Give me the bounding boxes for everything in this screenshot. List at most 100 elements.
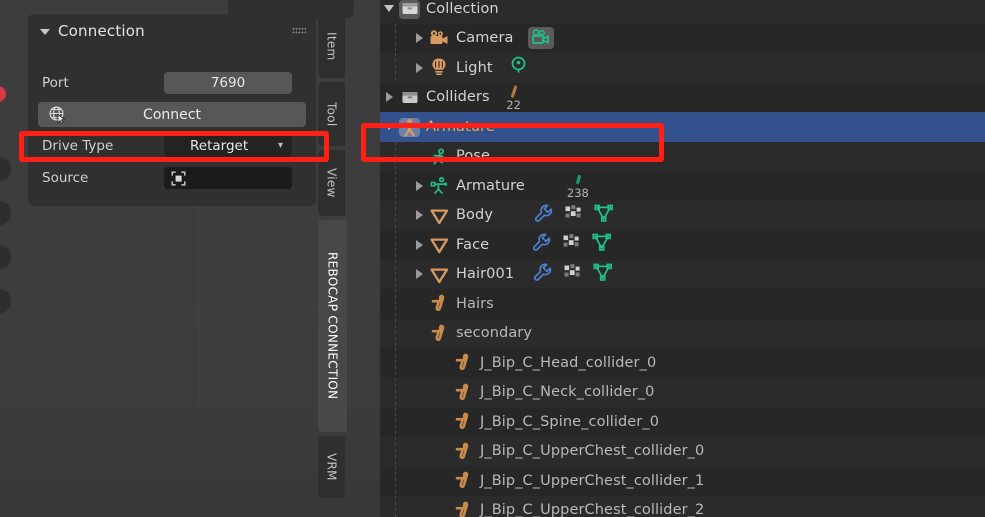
bone-count: 238: [566, 186, 589, 201]
outliner-row-armature-object[interactable]: Armature: [380, 112, 985, 142]
outliner-row-bone[interactable]: J_Bip_C_UpperChest_collider_1: [380, 466, 985, 496]
outliner-row-pose[interactable]: Pose: [380, 141, 985, 172]
bone-icon: [452, 437, 476, 467]
disclosure-closed-colliders[interactable]: [380, 83, 398, 113]
shapekey-icon[interactable]: [562, 262, 583, 287]
disclosure-closed-body[interactable]: [410, 201, 428, 231]
outliner-row-extras: [507, 54, 531, 82]
drive-type-value: Retarget: [190, 138, 249, 154]
outliner-row-extras: 22: [504, 84, 524, 113]
outliner-label: J_Bip_C_UpperChest_collider_2: [480, 502, 705, 517]
light-object-icon: [428, 53, 452, 83]
outliner-label: Hair001: [456, 266, 515, 283]
connection-panel-header[interactable]: Connection: [28, 14, 316, 48]
tab-tool[interactable]: Tool: [318, 82, 345, 146]
disclosure-closed-hair001[interactable]: [410, 260, 428, 290]
disclosure-open-armature[interactable]: [380, 112, 398, 142]
outliner-label: Hairs: [456, 295, 494, 312]
outliner-row-collection[interactable]: Collection: [380, 0, 985, 24]
outliner-label: Colliders: [426, 89, 490, 106]
disclosure-closed-light[interactable]: [410, 53, 428, 83]
port-label: Port: [42, 75, 69, 91]
disclosure-open-collection[interactable]: [380, 0, 398, 24]
collection-icon: [398, 0, 422, 24]
outliner-row-light[interactable]: Light: [380, 53, 985, 83]
connect-button[interactable]: Connect: [38, 102, 306, 127]
drag-grip-icon[interactable]: [292, 27, 306, 35]
modifier-wrench-icon[interactable]: [533, 203, 554, 228]
bone-icon: [428, 289, 452, 319]
disclosure-closed-face[interactable]: [410, 230, 428, 260]
camera-data-icon[interactable]: [527, 26, 554, 50]
bone-count-badge: 22: [504, 84, 524, 113]
tab-vrm-label: VRM: [324, 453, 339, 481]
bone-icon: [452, 407, 476, 437]
port-input[interactable]: 7690: [164, 72, 292, 94]
outliner-row-face[interactable]: Face: [380, 230, 985, 260]
connection-panel-title: Connection: [58, 22, 145, 40]
light-data-icon[interactable]: [507, 54, 531, 82]
bone-icon: [452, 466, 476, 496]
blender-window: Options ▾ Connection Port 7690: [0, 0, 985, 517]
outliner-label: Pose: [456, 148, 490, 165]
outliner-row-body[interactable]: Body: [380, 200, 985, 231]
disclosure-closed-armature-data[interactable]: [410, 171, 428, 201]
drive-type-dropdown[interactable]: Retarget ▾: [164, 135, 292, 157]
drive-type-row: Drive Type Retarget ▾: [38, 133, 306, 159]
bone-icon: [428, 319, 452, 349]
outliner-row-colliders[interactable]: Colliders 22: [380, 82, 985, 113]
outliner-row-extras: 238: [566, 173, 589, 201]
outliner-row-hairs[interactable]: Hairs: [380, 289, 985, 319]
outliner-row-bone[interactable]: J_Bip_C_UpperChest_collider_2: [380, 495, 985, 517]
modifier-wrench-icon[interactable]: [532, 262, 553, 287]
collection-icon: [398, 83, 422, 113]
globe-cursor-icon: [48, 105, 67, 125]
chevron-down-icon: [40, 29, 50, 35]
outliner-label: Face: [456, 236, 490, 253]
shapekey-icon[interactable]: [561, 232, 582, 257]
outliner-row-secondary[interactable]: secondary: [380, 318, 985, 349]
pose-icon: [428, 142, 452, 172]
outliner-label: J_Bip_C_Spine_collider_0: [480, 413, 660, 430]
mesh-data-icon[interactable]: [591, 232, 613, 257]
disclosure-closed-camera[interactable]: [410, 24, 428, 54]
tab-item[interactable]: Item: [318, 14, 345, 78]
outliner-row-hair001[interactable]: Hair001: [380, 259, 985, 290]
chevron-down-icon: ▾: [277, 140, 283, 151]
outliner-row-extras: [533, 203, 615, 228]
drive-type-label: Drive Type: [42, 138, 114, 154]
outliner-row-bone[interactable]: J_Bip_C_Neck_collider_0: [380, 377, 985, 407]
source-row: Source: [38, 165, 306, 191]
modifier-wrench-icon[interactable]: [531, 232, 552, 257]
bone-icon: [452, 496, 476, 517]
outliner-row-bone[interactable]: J_Bip_C_Head_collider_0: [380, 348, 985, 378]
outliner-label: J_Bip_C_UpperChest_collider_1: [480, 472, 705, 489]
mesh-object-icon: [428, 230, 452, 260]
object-picker-icon: [170, 170, 187, 187]
tab-vrm[interactable]: VRM: [318, 436, 345, 498]
sidebar-tab-strip: Item Tool View REBOCAP CONNECTION VRM: [318, 0, 348, 517]
outliner-row-bone[interactable]: J_Bip_C_UpperChest_collider_0: [380, 436, 985, 467]
armature-data-icon: [428, 171, 452, 201]
port-row: Port 7690: [38, 70, 306, 96]
armature-object-icon: [398, 112, 422, 142]
outliner-label: secondary: [456, 325, 533, 342]
mesh-data-icon[interactable]: [593, 203, 615, 228]
outliner-row-camera[interactable]: Camera: [380, 23, 985, 54]
outliner-panel[interactable]: Scene Collection Collection: [380, 0, 985, 517]
tab-item-label: Item: [324, 31, 339, 61]
tab-rebocap-connection[interactable]: REBOCAP CONNECTION: [318, 220, 347, 432]
tab-view[interactable]: View: [318, 150, 345, 216]
outliner-label: J_Bip_C_Neck_collider_0: [480, 384, 655, 401]
shapekey-icon[interactable]: [563, 203, 584, 228]
outliner-row-bone[interactable]: J_Bip_C_Spine_collider_0: [380, 407, 985, 437]
outliner-label: Armature: [456, 177, 525, 194]
outliner-label: Camera: [456, 30, 514, 47]
mesh-data-icon[interactable]: [592, 262, 614, 287]
source-object-field[interactable]: [164, 167, 292, 189]
outliner-label: J_Bip_C_Head_collider_0: [480, 354, 657, 371]
connect-button-label: Connect: [143, 106, 201, 123]
bone-count: 22: [506, 98, 521, 113]
outliner-row-armature-data[interactable]: Armature 238: [380, 171, 985, 201]
outliner-row-extras: [531, 232, 613, 257]
